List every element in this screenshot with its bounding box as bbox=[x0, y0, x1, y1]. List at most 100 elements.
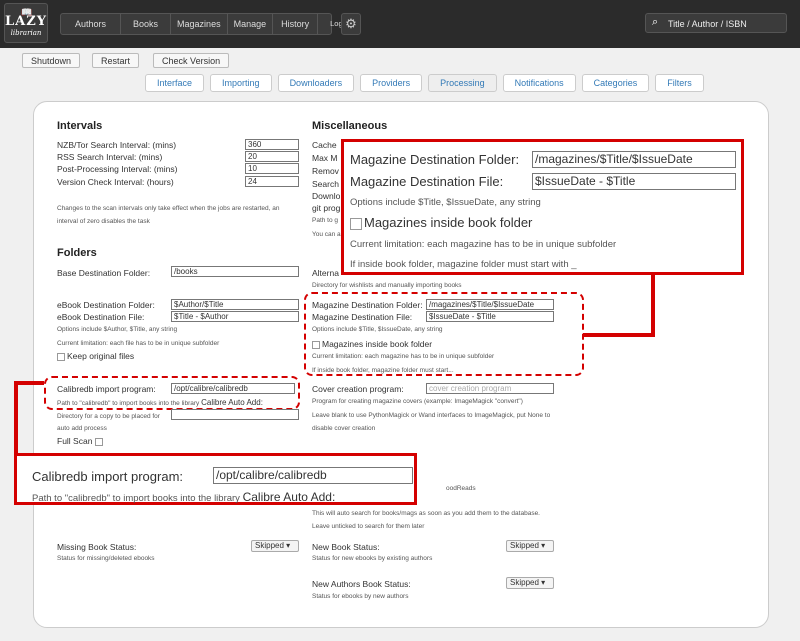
tab-categories[interactable]: Categories bbox=[581, 74, 650, 92]
magazines-inside-label: Magazines inside book folder bbox=[364, 215, 533, 230]
calibredb-label: Calibredb import program: bbox=[32, 469, 184, 484]
new-book-status-select[interactable]: Skipped ▾ bbox=[506, 540, 554, 552]
nav-magazines[interactable]: Magazines bbox=[171, 14, 228, 34]
intervals-note-2: interval of zero disables the task bbox=[57, 218, 150, 225]
rss-interval-input[interactable]: 20 bbox=[245, 151, 299, 162]
magazine-folder-input[interactable]: /magazines/$Title/$IssueDate bbox=[532, 151, 736, 168]
calibredb-note-small: Path to "calibredb" to import books into… bbox=[57, 398, 263, 407]
nav-books[interactable]: Books bbox=[121, 14, 172, 34]
keep-original-checkbox[interactable] bbox=[57, 352, 65, 361]
missing-status-value: Skipped bbox=[255, 541, 284, 550]
alternate-note: Directory for wishlists and manually imp… bbox=[312, 282, 462, 289]
magazines-inside-row-small[interactable]: Magazines inside book folder bbox=[312, 339, 432, 349]
nav-authors[interactable]: Authors bbox=[61, 14, 122, 34]
cover-input[interactable]: cover creation program bbox=[426, 383, 554, 394]
misc-can-note: You can a bbox=[312, 231, 341, 238]
misc-cache-label: Cache bbox=[312, 140, 337, 150]
magazine-folder-label: Magazine Destination Folder: bbox=[350, 152, 520, 167]
keep-original-row[interactable]: Keep original files bbox=[57, 351, 134, 361]
restart-button[interactable]: Restart bbox=[92, 53, 140, 68]
calibredb-note-row: Path to "calibredb" to import books into… bbox=[32, 490, 335, 504]
logo-line2: librarian bbox=[10, 29, 42, 37]
nzb-interval-label: NZB/Tor Search Interval: (mins) bbox=[57, 140, 177, 150]
search-input[interactable] bbox=[668, 16, 784, 31]
full-scan-checkbox[interactable] bbox=[94, 437, 103, 446]
calibredb-zoom-callout: Calibredb import program: /opt/calibre/c… bbox=[14, 453, 417, 505]
ebook-options-note: Options include $Author, $Title, any str… bbox=[57, 326, 178, 333]
tab-interface[interactable]: Interface bbox=[145, 74, 205, 92]
tab-processing[interactable]: Processing bbox=[428, 74, 497, 92]
calibredb-label-small: Calibredb import program: bbox=[57, 384, 156, 394]
new-book-status-value: Skipped bbox=[510, 541, 539, 550]
top-navbar: 📖 LAZY librarian Authors Books Magazines… bbox=[0, 0, 800, 48]
tab-downloaders[interactable]: Downloaders bbox=[277, 74, 355, 92]
cover-label: Cover creation program: bbox=[312, 384, 404, 394]
calibre-auto-add-label: Calibre Auto Add: bbox=[242, 490, 336, 504]
full-scan-label: Full Scan bbox=[57, 436, 93, 446]
nzb-interval-input[interactable]: 360 bbox=[245, 139, 299, 150]
misc-remove-label: Remov bbox=[312, 166, 339, 176]
magazine-options-note: Options include $Title, $IssueDate, any … bbox=[350, 197, 541, 208]
magazine-limit-note-small: Current limitation: each magazine has to… bbox=[312, 353, 495, 360]
calibredb-input-small[interactable]: /opt/calibre/calibredb bbox=[171, 383, 295, 394]
app-logo[interactable]: 📖 LAZY librarian bbox=[4, 3, 48, 43]
magazines-inside-row[interactable]: Magazines inside book folder bbox=[350, 215, 532, 230]
magazine-connector-horizontal bbox=[583, 333, 655, 337]
gear-icon: ⚙ bbox=[345, 16, 357, 31]
ebook-folder-input[interactable]: $Author/$Title bbox=[171, 299, 299, 310]
nav-history[interactable]: History bbox=[273, 14, 319, 34]
misc-git-label: git prog bbox=[312, 203, 341, 213]
tab-importing[interactable]: Importing bbox=[210, 74, 272, 92]
magazine-options-note-small: Options include $Title, $IssueDate, any … bbox=[312, 326, 443, 333]
ebook-file-input[interactable]: $Title - $Author bbox=[171, 311, 299, 322]
config-button[interactable]: ⚙ bbox=[341, 13, 361, 35]
goodreads-note-1: This will auto search for books/mags as … bbox=[312, 510, 540, 517]
calibredb-path-note: Path to "calibredb" to import books into… bbox=[32, 493, 240, 504]
magazines-inside-checkbox-small[interactable] bbox=[312, 340, 320, 349]
config-tabs: Interface Importing Downloaders Provider… bbox=[145, 74, 704, 92]
folders-heading: Folders bbox=[57, 247, 97, 259]
missing-status-select[interactable]: Skipped ▾ bbox=[251, 540, 299, 552]
new-book-status-note: Status for new ebooks by existing author… bbox=[312, 555, 433, 562]
full-scan-row[interactable]: Full Scan bbox=[57, 436, 105, 446]
missing-status-label: Missing Book Status: bbox=[57, 542, 137, 552]
search-box: ⌕ bbox=[645, 13, 787, 33]
alternate-label: Alterna bbox=[312, 268, 339, 278]
magazine-limit-note: Current limitation: each magazine has to… bbox=[350, 239, 617, 250]
magazine-file-input[interactable]: $IssueDate - $Title bbox=[532, 173, 736, 190]
calibre-auto-add-input[interactable] bbox=[171, 409, 299, 420]
intervals-note-1: Changes to the scan intervals only take … bbox=[57, 205, 280, 212]
misc-search-label: Search bbox=[312, 179, 339, 189]
post-interval-input[interactable]: 10 bbox=[245, 163, 299, 174]
tab-notifications[interactable]: Notifications bbox=[502, 74, 576, 92]
ebook-file-label: eBook Destination File: bbox=[57, 312, 145, 322]
magazine-folder-input-small[interactable]: /magazines/$Title/$IssueDate bbox=[426, 299, 554, 310]
book-icon: 📖 bbox=[21, 7, 33, 17]
shutdown-button[interactable]: Shutdown bbox=[22, 53, 81, 68]
copy-note-1: Directory for a copy to be placed for bbox=[57, 413, 160, 420]
cover-note-2: Leave blank to use PythonMagick or Wand … bbox=[312, 412, 551, 419]
tab-providers[interactable]: Providers bbox=[360, 74, 423, 92]
ebook-folder-label: eBook Destination Folder: bbox=[57, 300, 155, 310]
new-authors-status-label: New Authors Book Status: bbox=[312, 579, 411, 589]
magazine-folder-label-small: Magazine Destination Folder: bbox=[312, 300, 423, 310]
calibredb-connector-horizontal bbox=[14, 381, 44, 385]
calibredb-input[interactable]: /opt/calibre/calibredb bbox=[213, 467, 413, 484]
new-authors-status-select[interactable]: Skipped ▾ bbox=[506, 577, 554, 589]
calibredb-connector-vertical bbox=[14, 381, 18, 453]
magazine-zoom-callout: Magazine Destination Folder: /magazines/… bbox=[341, 139, 744, 275]
magazines-inside-checkbox[interactable] bbox=[350, 217, 362, 230]
magazine-file-label-small: Magazine Destination File: bbox=[312, 312, 413, 322]
cover-note-1: Program for creating magazine covers (ex… bbox=[312, 398, 523, 405]
goodreads-note-2: Leave unticked to search for them later bbox=[312, 523, 425, 530]
base-folder-input[interactable]: /books bbox=[171, 266, 299, 277]
nav-manage[interactable]: Manage bbox=[228, 14, 274, 34]
calibredb-path-note-small: Path to "calibredb" to import books into… bbox=[57, 400, 200, 407]
dropdown-arrow-icon: ▾ bbox=[286, 541, 291, 550]
check-version-button[interactable]: Check Version bbox=[153, 53, 230, 68]
magazine-must-start-small: If inside book folder, magazine folder m… bbox=[312, 367, 454, 374]
main-nav: Authors Books Magazines Manage History L… bbox=[60, 13, 346, 35]
version-interval-input[interactable]: 24 bbox=[245, 176, 299, 187]
tab-filters[interactable]: Filters bbox=[655, 74, 704, 92]
magazine-file-input-small[interactable]: $IssueDate - $Title bbox=[426, 311, 554, 322]
